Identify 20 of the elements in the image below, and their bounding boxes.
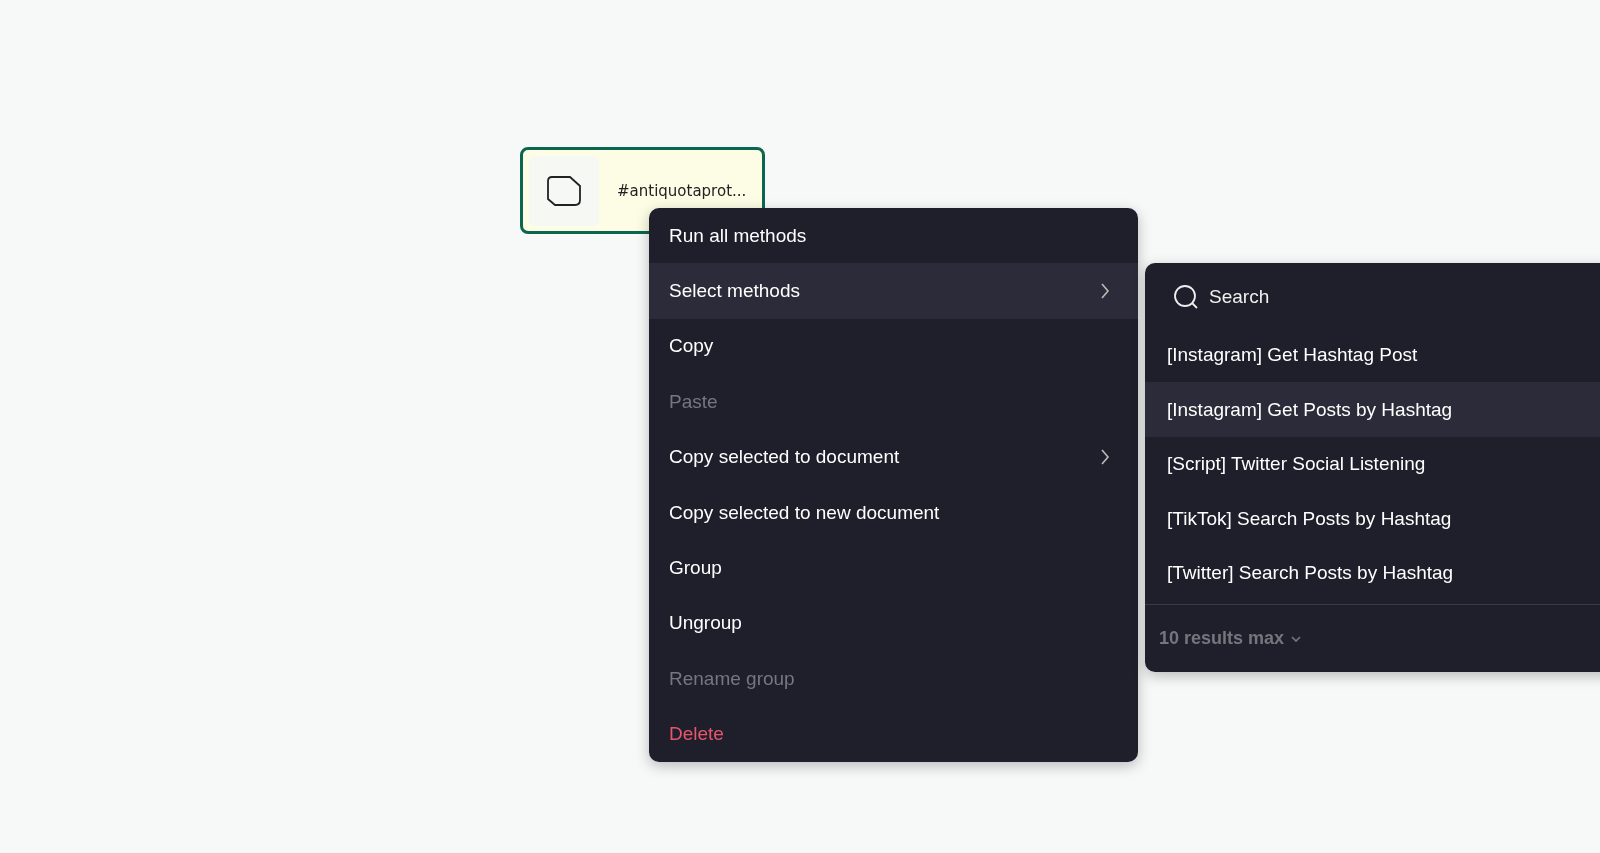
shape-icon bbox=[546, 174, 582, 207]
results-limit-dropdown[interactable]: 10 results max bbox=[1145, 605, 1303, 673]
menu-item[interactable]: Copy selected to document bbox=[649, 429, 1138, 485]
chevron-right-icon bbox=[1100, 282, 1110, 301]
menu-item[interactable]: Group bbox=[649, 540, 1138, 596]
node-label: #antiquotaprot... bbox=[617, 181, 747, 200]
method-item[interactable]: [TikTok] Search Posts by Hashtag bbox=[1145, 491, 1600, 546]
menu-item[interactable]: Delete bbox=[649, 706, 1138, 762]
method-item[interactable]: [Twitter] Search Posts by Hashtag bbox=[1145, 545, 1600, 601]
chevron-down-icon bbox=[1290, 634, 1303, 643]
method-item[interactable]: [Script] Twitter Social Listening bbox=[1145, 436, 1600, 492]
method-item[interactable]: [Instagram] Get Hashtag Post bbox=[1145, 327, 1600, 383]
search-icon bbox=[1173, 284, 1199, 311]
menu-item[interactable]: Select methods bbox=[649, 263, 1138, 319]
menu-item[interactable]: Copy selected to new document bbox=[649, 484, 1138, 541]
menu-item[interactable]: Ungroup bbox=[649, 595, 1138, 652]
method-item[interactable]: [Instagram] Get Posts by Hashtag bbox=[1145, 382, 1600, 437]
search-field[interactable]: Search bbox=[1207, 285, 1511, 310]
menu-item[interactable]: Copy bbox=[649, 318, 1138, 375]
chevron-right-icon bbox=[1100, 448, 1110, 467]
